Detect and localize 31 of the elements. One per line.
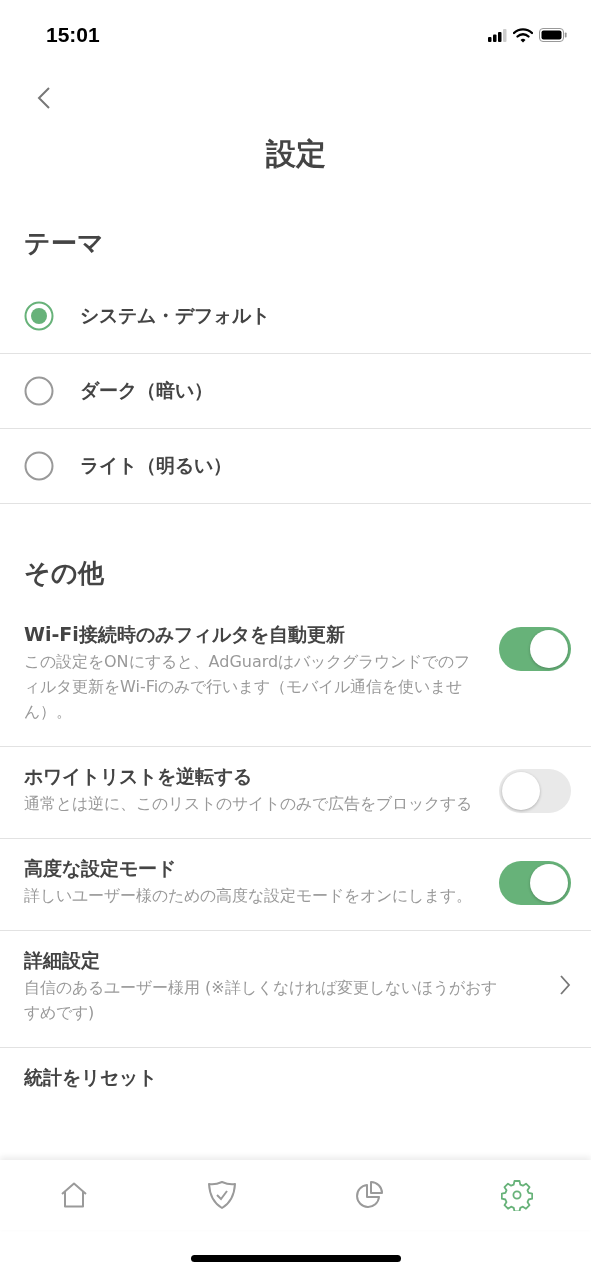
status-time: 15:01 bbox=[46, 23, 100, 47]
signal-icon bbox=[488, 28, 507, 42]
chevron-icon[interactable] bbox=[559, 974, 571, 996]
setting-description: 自信のあるユーザー様用 (※詳しくなければ変更しないほうがおすすめです) bbox=[24, 977, 498, 1024]
setting-title: ホワイトリストを逆転する bbox=[24, 764, 253, 789]
home-icon[interactable] bbox=[59, 1182, 88, 1208]
toggle-switch[interactable] bbox=[499, 769, 571, 813]
setting-title: 統計をリセット bbox=[24, 1065, 158, 1090]
setting-title: Wi-Fi接続時のみフィルタを自動更新 bbox=[24, 622, 346, 647]
settings-icon[interactable] bbox=[501, 1179, 534, 1211]
setting-description: 通常とは逆に、このリストのサイトのみで広告をブロックする bbox=[24, 793, 473, 815]
radio-button[interactable] bbox=[24, 451, 54, 481]
back-button[interactable] bbox=[37, 86, 51, 110]
radio-button[interactable] bbox=[24, 376, 54, 406]
setting-title: 詳細設定 bbox=[24, 948, 101, 973]
section-heading: その他 bbox=[23, 557, 105, 590]
toggle-switch[interactable] bbox=[499, 627, 571, 671]
wifi-icon bbox=[513, 27, 533, 43]
radio-button[interactable] bbox=[24, 301, 54, 331]
pie-chart-icon[interactable] bbox=[354, 1180, 385, 1210]
battery-icon bbox=[539, 28, 567, 42]
setting-title: 高度な設定モード bbox=[24, 856, 177, 881]
theme-option[interactable]: ダーク（暗い） bbox=[0, 354, 591, 429]
toggle-switch[interactable] bbox=[499, 861, 571, 905]
theme-option[interactable]: ライト（明るい） bbox=[0, 429, 591, 504]
theme-option[interactable]: システム・デフォルト bbox=[0, 279, 591, 354]
setting-description: この設定をONにすると、AdGuardはバックグラウンドでのフィルタ更新をWi-Fiのみで行います（モバイル通信を使いません）。 bbox=[24, 651, 472, 723]
shield-check-icon[interactable] bbox=[206, 1180, 237, 1210]
page-title: 設定 bbox=[264, 135, 327, 173]
section-heading: テーマ bbox=[23, 227, 105, 260]
setting-description: 詳しいユーザー様のための高度な設定モードをオンにします。 bbox=[24, 885, 473, 907]
